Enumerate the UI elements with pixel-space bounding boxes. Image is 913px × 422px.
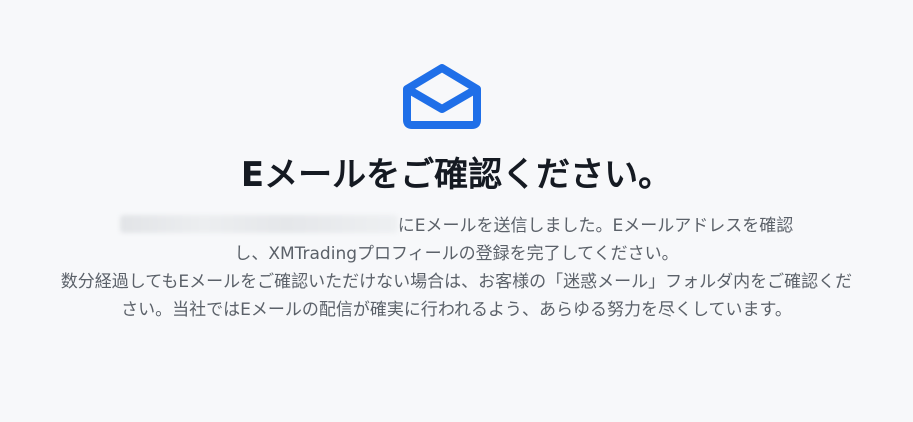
message-line-2: し、XMTradingプロフィールの登録を完了してください。	[234, 244, 679, 264]
message-line-1: にEメールを送信しました。Eメールアドレスを確認	[397, 216, 794, 236]
confirmation-message: にEメールを送信しました。Eメールアドレスを確認 し、XMTradingプロフィ…	[60, 212, 853, 324]
redacted-email-address	[119, 215, 398, 233]
message-paragraph-2: 数分経過してもEメールをご確認いただけない場合は、お客様の「迷惑メール」フォルダ…	[60, 272, 853, 320]
page-title: Eメールをご確認ください。	[240, 155, 673, 195]
email-confirmation-page: Eメールをご確認ください。 にEメールを送信しました。Eメールアドレスを確認 し…	[0, 0, 913, 422]
open-envelope-icon	[401, 62, 483, 130]
message-paragraph-1: にEメールを送信しました。Eメールアドレスを確認 し、XMTradingプロフィ…	[60, 212, 853, 268]
